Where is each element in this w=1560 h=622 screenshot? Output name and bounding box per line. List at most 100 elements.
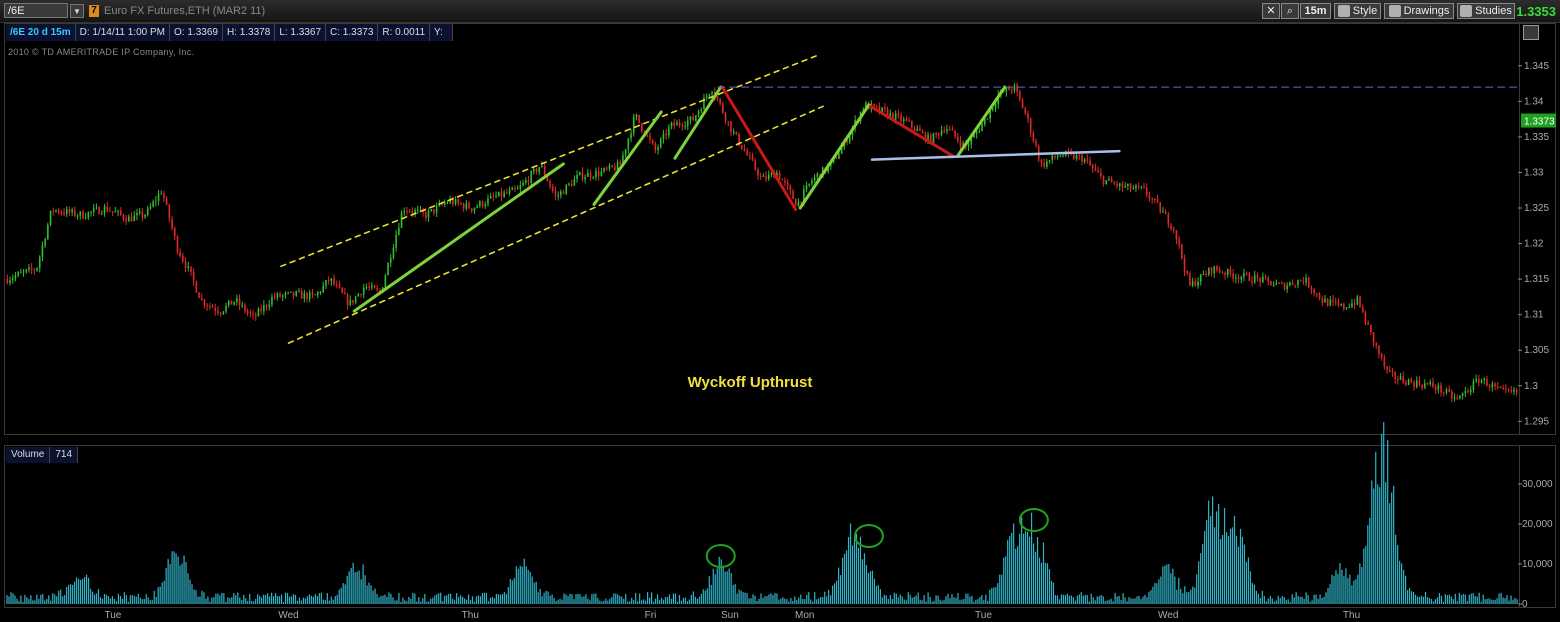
candle-body	[103, 206, 106, 214]
volume-bar	[573, 599, 575, 604]
candle-body	[1262, 276, 1264, 283]
candle-body	[1424, 383, 1426, 388]
volume-bar	[58, 590, 60, 604]
candle-body	[1496, 386, 1499, 388]
volume-bar	[336, 594, 338, 604]
candle-body	[527, 180, 530, 183]
candle-body	[1232, 273, 1234, 279]
candle-body	[187, 266, 190, 269]
volume-bar	[1383, 422, 1385, 604]
candle-body	[959, 140, 962, 147]
candle-body	[1488, 386, 1491, 388]
volume-bar	[432, 597, 434, 604]
volume-bar	[259, 595, 261, 604]
volume-bar	[370, 585, 372, 604]
volume-bar	[625, 593, 627, 604]
volume-bar	[891, 598, 893, 604]
candle-body	[560, 191, 562, 196]
volume-bar	[1339, 563, 1341, 604]
volume-bar	[1170, 573, 1172, 604]
candle-body	[101, 213, 103, 215]
candle-body	[1167, 214, 1170, 225]
candle-body	[1083, 159, 1086, 162]
candle-body	[781, 179, 784, 181]
volume-bar	[386, 596, 388, 604]
candle-body	[1251, 280, 1253, 283]
candle-body	[492, 196, 495, 198]
volume-bar	[1038, 557, 1041, 604]
candle-body	[198, 292, 200, 299]
volume-bar	[1164, 565, 1166, 604]
candle-body	[1397, 378, 1399, 380]
volume-bar	[332, 599, 334, 604]
candle-body	[1337, 302, 1340, 305]
volume-bar	[963, 598, 965, 604]
candle-body	[1148, 194, 1151, 199]
candle-body	[33, 269, 36, 271]
candle-body	[484, 204, 487, 207]
volume-bar	[1389, 503, 1391, 604]
volume-bar	[738, 589, 740, 604]
volume-bar	[489, 597, 492, 604]
candle-body	[303, 293, 306, 299]
candle-body	[298, 291, 300, 293]
candle-body	[608, 165, 611, 169]
trend-line-trend_green	[955, 85, 1007, 158]
candle-body	[1399, 376, 1402, 380]
volume-bar	[810, 599, 812, 604]
candle-body	[433, 209, 435, 213]
candle-body	[335, 284, 338, 286]
candle-body	[1100, 172, 1102, 177]
volume-bar	[565, 594, 567, 604]
volume-bar	[836, 580, 838, 604]
candle-body	[1402, 376, 1405, 383]
candle-body	[1089, 160, 1091, 166]
price-tick-label: 1.335	[1524, 132, 1549, 143]
candle-body	[981, 124, 983, 132]
candle-body	[163, 193, 165, 199]
candle-body	[1021, 99, 1024, 109]
volume-bar	[159, 586, 161, 604]
candle-body	[497, 191, 500, 197]
volume-bar	[1484, 599, 1486, 604]
volume-bar	[629, 601, 631, 604]
volume-bar	[173, 551, 175, 604]
volume-bar	[853, 537, 856, 604]
candle-body	[311, 292, 314, 295]
trend-line-channel	[287, 105, 824, 344]
volume-bar	[85, 574, 88, 604]
volume-bar	[418, 597, 420, 604]
candle-body	[398, 227, 400, 235]
candle-body	[1221, 272, 1224, 274]
volume-bar	[165, 567, 167, 604]
volume-bar	[754, 595, 756, 604]
candle-body	[209, 305, 211, 307]
volume-bar	[1128, 597, 1130, 604]
volume-bar	[710, 584, 712, 604]
volume-bar	[1460, 595, 1462, 604]
volume-bar	[101, 599, 104, 604]
volume-bar	[704, 590, 706, 604]
volume-bar	[199, 596, 201, 604]
volume-bar	[609, 598, 611, 604]
candle-body	[708, 94, 711, 97]
volume-bar	[991, 587, 993, 604]
candle-body	[314, 294, 316, 296]
volume-bar	[1241, 536, 1244, 604]
candle-body	[65, 209, 68, 214]
volume-bar	[1146, 597, 1148, 604]
volume-bar	[1446, 595, 1448, 604]
volume-bar	[398, 592, 400, 604]
candle-body	[460, 202, 462, 205]
volume-bar	[760, 593, 762, 604]
volume-bar	[1267, 598, 1269, 604]
volume-bar	[1377, 484, 1379, 604]
volume-bar	[1136, 596, 1138, 604]
candle-body	[805, 185, 808, 190]
candle-body	[557, 195, 559, 197]
candle-body	[1483, 378, 1486, 381]
volume-bar	[1373, 488, 1375, 604]
candle-body	[767, 174, 770, 180]
candle-body	[500, 191, 503, 197]
volume-bar	[1009, 536, 1011, 604]
